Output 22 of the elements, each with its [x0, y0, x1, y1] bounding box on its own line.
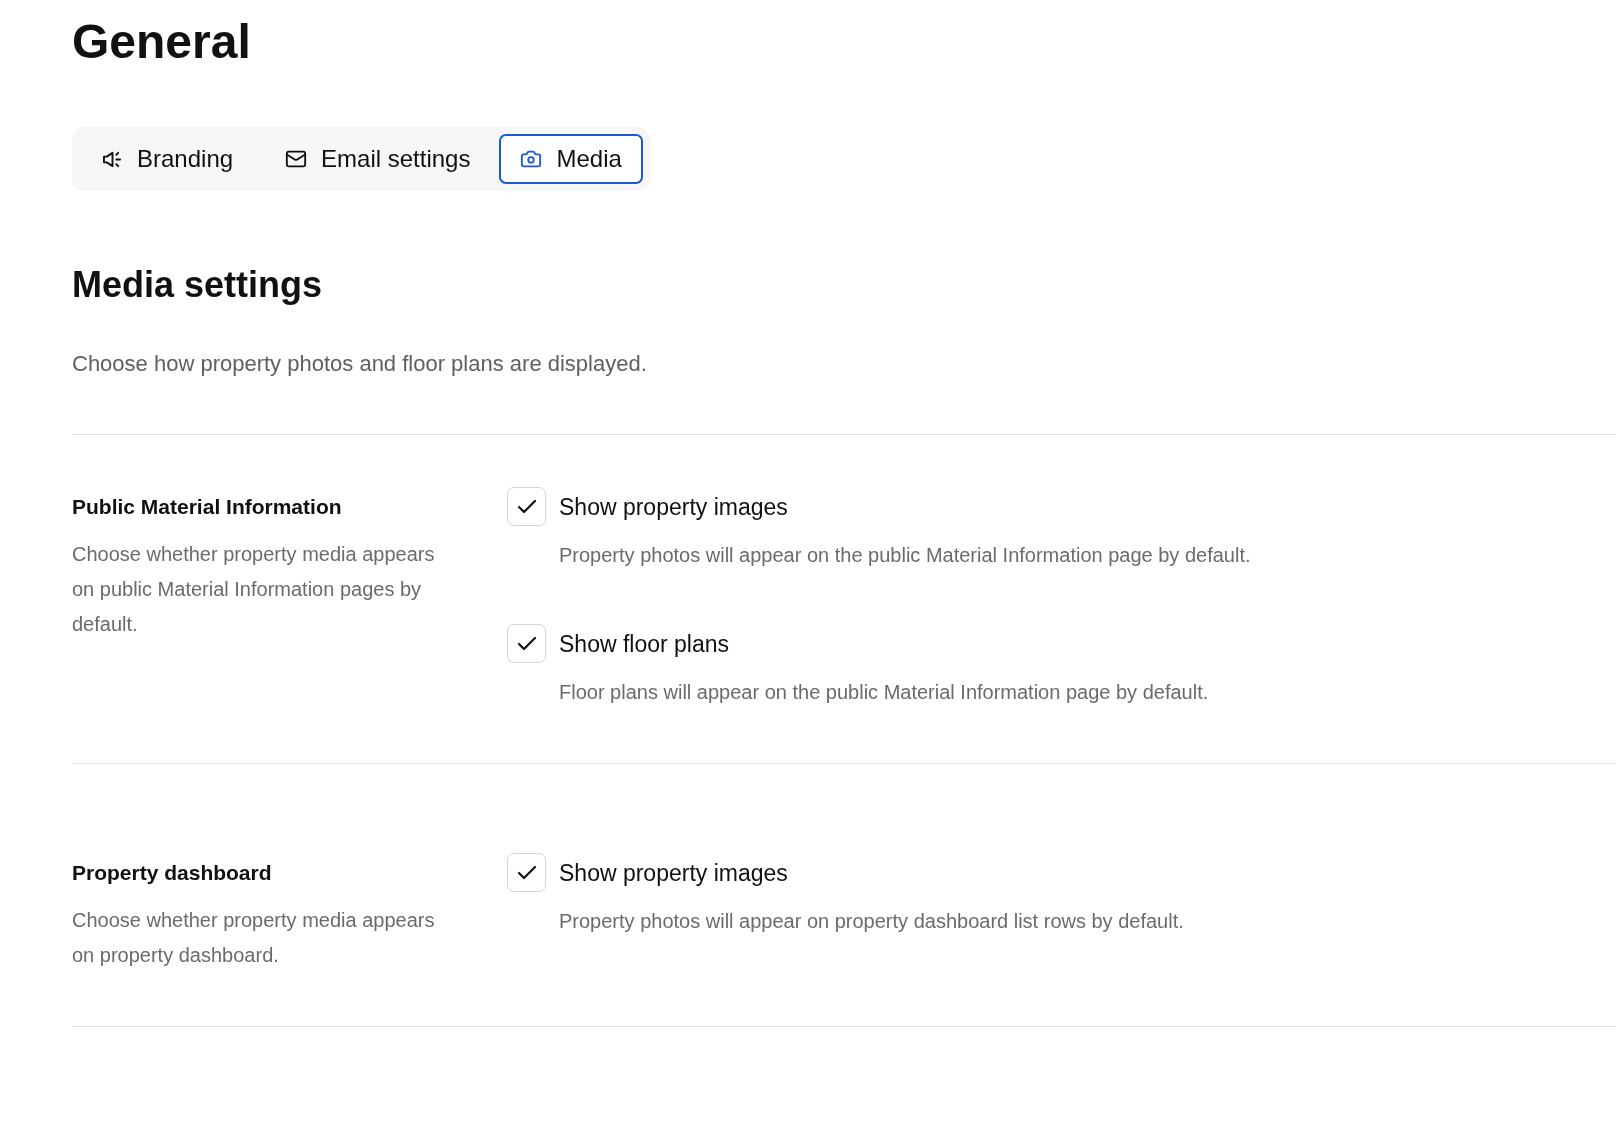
- group-description: Choose whether property media appears on property dashboard.: [72, 908, 436, 968]
- tab[interactable]: Email settings: [262, 134, 494, 184]
- checkbox[interactable]: [507, 624, 546, 663]
- checkbox-label: Show floor plans: [559, 629, 730, 659]
- checkbox-label: Show property images: [559, 492, 788, 522]
- checkbox-label: Show property images: [559, 858, 788, 888]
- checkbox[interactable]: [507, 487, 546, 526]
- envelope-icon: [285, 148, 308, 170]
- option-help-text: Property photos will appear on property dashboard list rows by default.: [559, 909, 1184, 934]
- group-description: Choose whether property media appears on public Material Information pages by default.: [72, 542, 436, 637]
- camera-icon: [520, 148, 543, 170]
- tab[interactable]: Media: [499, 134, 643, 184]
- group-title: Public Material Information: [72, 494, 342, 520]
- tab[interactable]: Branding: [79, 134, 257, 184]
- checkbox[interactable]: [507, 853, 546, 892]
- option-help-text: Property photos will appear on the public Material Information page by default.: [559, 543, 1251, 568]
- group-title: Property dashboard: [72, 860, 272, 886]
- page-title: General: [72, 14, 251, 70]
- section-description: Choose how property photos and floor plans are displayed.: [72, 350, 647, 378]
- section-title: Media settings: [72, 263, 323, 307]
- speaker-icon: [102, 149, 123, 169]
- option-help-text: Floor plans will appear on the public Material Information page by default.: [559, 680, 1209, 705]
